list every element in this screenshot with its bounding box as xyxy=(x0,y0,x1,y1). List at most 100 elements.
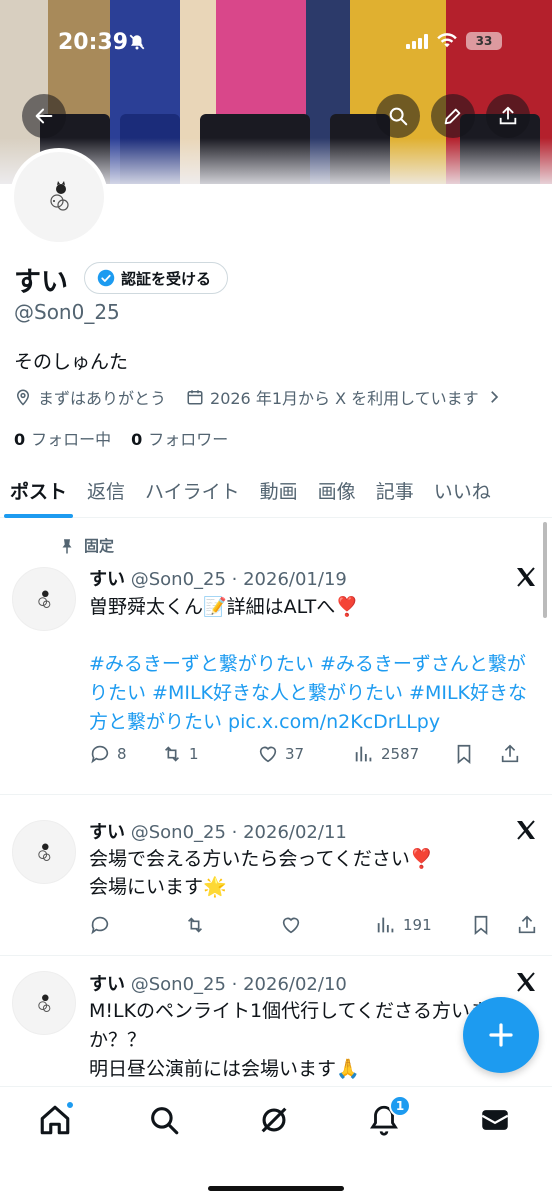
share-icon xyxy=(501,744,519,763)
share-button[interactable] xyxy=(486,94,530,138)
follow-stats: 0 フォロー中 0 フォロワー xyxy=(14,426,228,450)
tab-highlights[interactable]: ハイライト xyxy=(135,462,250,518)
arrow-left-icon xyxy=(35,108,53,124)
reply-button[interactable]: 8 xyxy=(89,743,161,765)
nav-notifications[interactable]: 1 xyxy=(367,1095,411,1137)
post-text-line: 会場にいます🌟 xyxy=(89,876,227,898)
search-icon xyxy=(151,1107,179,1135)
grok-icon xyxy=(261,1107,287,1133)
post-share-button[interactable] xyxy=(499,743,521,765)
tab-videos[interactable]: 動画 xyxy=(250,462,308,518)
repost-icon xyxy=(164,746,180,762)
home-indicator xyxy=(208,1186,344,1191)
post-hashtags[interactable]: #みるきーずと繋がりたい #みるきーずさんと繋がりたい #MILK好きな人と繋が… xyxy=(89,650,541,737)
like-button[interactable]: 37 xyxy=(257,743,353,765)
post-header: すい @Son0_25 · 2026/02/11 xyxy=(89,818,347,844)
post-author-name[interactable]: すい xyxy=(89,974,125,995)
tab-posts[interactable]: ポスト xyxy=(0,462,77,518)
repost-button[interactable] xyxy=(184,914,279,936)
new-content-dot xyxy=(65,1100,75,1110)
tab-likes[interactable]: いいね xyxy=(424,462,501,518)
post-share-button[interactable] xyxy=(516,914,538,936)
profile-avatar[interactable] xyxy=(10,148,108,246)
get-verified-label: 認証を受ける xyxy=(121,269,212,288)
post-actions: 8 1 37 2587 xyxy=(89,743,538,765)
share-icon xyxy=(518,915,536,934)
bookmark-button[interactable] xyxy=(470,914,516,936)
bookmark-icon xyxy=(474,915,488,936)
profile-name: すい xyxy=(14,267,68,298)
cat-avatar-image xyxy=(38,843,51,861)
bookmark-button[interactable] xyxy=(453,743,499,765)
calendar-icon xyxy=(187,390,203,405)
nav-search[interactable] xyxy=(147,1103,181,1137)
post-item[interactable]: すい @Son0_25 · 2026/02/11 会場で会える方いたら会ってくだ… xyxy=(0,796,552,956)
post-avatar[interactable] xyxy=(12,567,76,631)
search-icon xyxy=(389,107,408,126)
profile-meta: まずはありがとう 2026 年1月から X を利用しています xyxy=(14,385,503,409)
tab-articles[interactable]: 記事 xyxy=(366,462,424,518)
heart-icon xyxy=(259,746,277,763)
nav-grok[interactable] xyxy=(257,1103,291,1137)
reply-button[interactable] xyxy=(89,914,184,936)
back-button[interactable] xyxy=(22,94,66,138)
compose-post-button[interactable] xyxy=(463,997,539,1073)
pin-icon xyxy=(62,538,72,553)
profile-location: まずはありがとう xyxy=(38,389,167,408)
post-author-name[interactable]: すい xyxy=(89,822,125,843)
location-icon xyxy=(16,389,30,406)
tab-replies[interactable]: 返信 xyxy=(77,462,135,518)
profile-tabs: ポスト 返信 ハイライト 動画 画像 記事 いいね xyxy=(0,462,552,518)
following-link[interactable]: 0 フォロー中 xyxy=(14,426,111,450)
reply-icon xyxy=(91,745,109,764)
pencil-icon xyxy=(444,108,461,125)
bottom-navigation: 1 xyxy=(0,1086,552,1200)
followers-link[interactable]: 0 フォロワー xyxy=(131,426,228,450)
x-logo-icon xyxy=(517,972,535,992)
post-avatar[interactable] xyxy=(12,820,76,884)
post-avatar[interactable] xyxy=(12,971,76,1035)
post-item[interactable]: 固定 すい @Son0_25 · 2026/01/19 曽野舜太くん📝詳細はAL… xyxy=(0,519,552,795)
post-text-line: 会場で会える方いたら会ってください❣️ xyxy=(89,848,434,870)
post-author-name[interactable]: すい xyxy=(89,569,125,590)
status-bar: 20:39 33 xyxy=(0,0,552,88)
post-handle-date: @Son0_25 · 2026/01/19 xyxy=(130,569,347,590)
cat-avatar-image xyxy=(50,181,69,211)
chevron-right-icon[interactable] xyxy=(485,388,503,406)
share-icon xyxy=(499,106,517,125)
cat-avatar-image xyxy=(38,994,51,1012)
pinned-label: 固定 xyxy=(84,537,115,555)
like-button[interactable] xyxy=(280,914,375,936)
cat-avatar-image xyxy=(38,590,51,608)
nav-home[interactable] xyxy=(38,1100,75,1137)
post-header: すい @Son0_25 · 2026/02/10 xyxy=(89,970,347,996)
views-chart-icon xyxy=(355,746,372,762)
x-logo-icon xyxy=(517,820,535,840)
nav-messages[interactable] xyxy=(478,1103,512,1137)
x-logo-icon xyxy=(517,567,535,587)
post-handle-date: @Son0_25 · 2026/02/11 xyxy=(130,822,347,843)
verified-badge-icon xyxy=(97,269,115,287)
views-button[interactable]: 191 xyxy=(375,914,470,936)
post-actions: 191 xyxy=(89,914,538,936)
status-time: 20:39 xyxy=(58,30,129,55)
battery-indicator: 33 xyxy=(466,32,502,50)
tab-media[interactable]: 画像 xyxy=(308,462,366,518)
reply-icon xyxy=(91,916,109,935)
profile-handle: @Son0_25 xyxy=(14,300,120,324)
get-verified-button[interactable]: 認証を受ける xyxy=(84,262,229,294)
repost-button[interactable]: 1 xyxy=(161,743,257,765)
wifi-icon xyxy=(437,33,457,48)
profile-joined: 2026 年1月から X を利用しています xyxy=(210,389,479,408)
cellular-signal-icon xyxy=(406,33,428,49)
search-button[interactable] xyxy=(376,94,420,138)
views-chart-icon xyxy=(377,917,394,933)
bookmark-icon xyxy=(457,744,471,765)
bell-off-icon xyxy=(129,34,145,50)
post-header: すい @Son0_25 · 2026/01/19 xyxy=(89,565,347,591)
pinned-indicator: 固定 xyxy=(58,535,114,556)
edit-button[interactable] xyxy=(431,94,475,138)
repost-icon xyxy=(188,917,203,933)
post-handle-date: @Son0_25 · 2026/02/10 xyxy=(130,974,347,995)
views-button[interactable]: 2587 xyxy=(353,743,453,765)
